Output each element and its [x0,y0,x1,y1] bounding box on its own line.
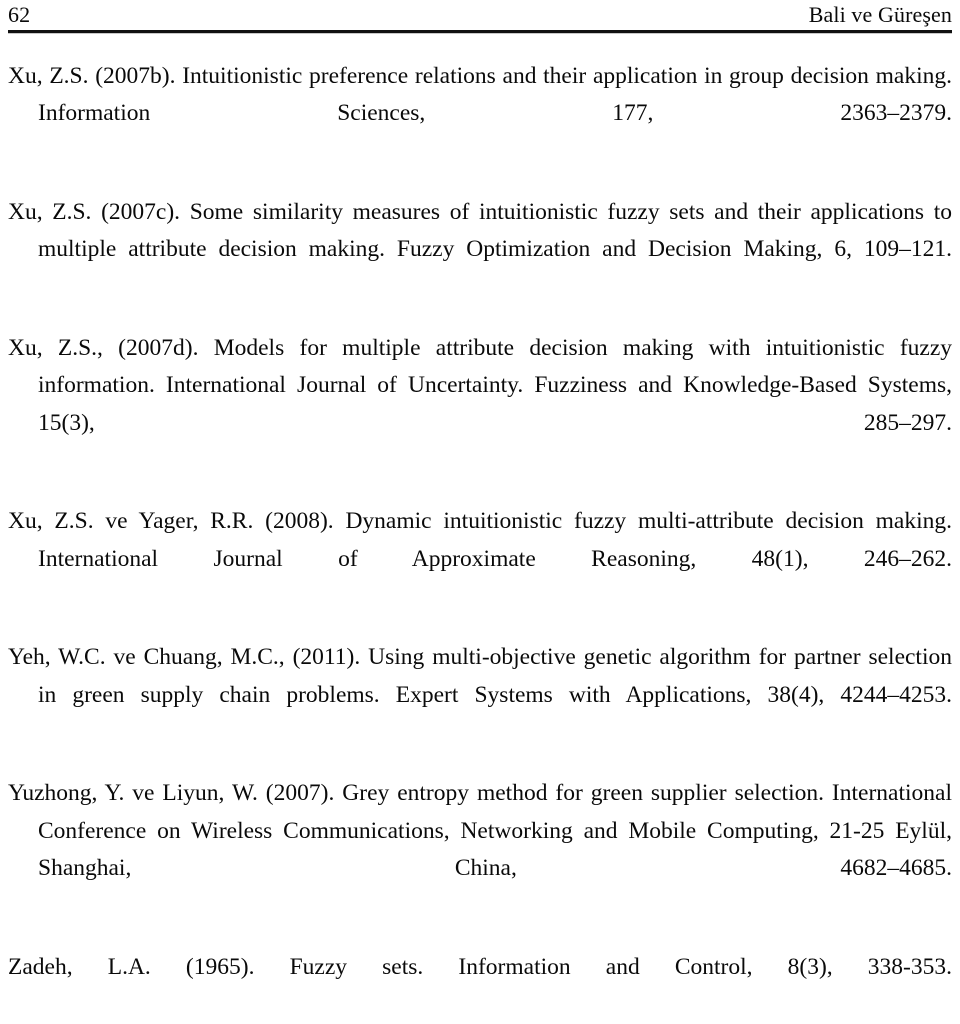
reference-entry: Yuzhong, Y. ve Liyun, W. (2007). Grey en… [8,780,952,881]
reference-entry: Xu, Z.S. ve Yager, R.R. (2008). Dynamic … [8,508,952,572]
reference-list: Xu, Z.S. (2007b). Intuitionistic prefere… [8,58,952,1024]
reference-entry: Zadeh, L.A. (1965). Fuzzy sets. Informat… [8,953,952,980]
reference-entry: Yeh, W.C. ve Chuang, M.C., (2011). Using… [8,644,952,708]
document-page: 62 Bali ve Güreşen Xu, Z.S. (2007b). Int… [0,0,960,980]
reference-entry: Xu, Z.S., (2007d). Models for multiple a… [8,334,952,436]
running-head-title: Bali ve Güreşen [808,2,952,27]
reference-entry: Xu, Z.S. (2007b). Intuitionistic prefere… [8,62,952,127]
running-head: 62 Bali ve Güreşen [8,0,952,28]
reference-entry: Xu, Z.S. (2007c). Some similarity measur… [8,198,952,263]
header-divider [8,30,952,34]
page-number: 62 [8,2,31,27]
